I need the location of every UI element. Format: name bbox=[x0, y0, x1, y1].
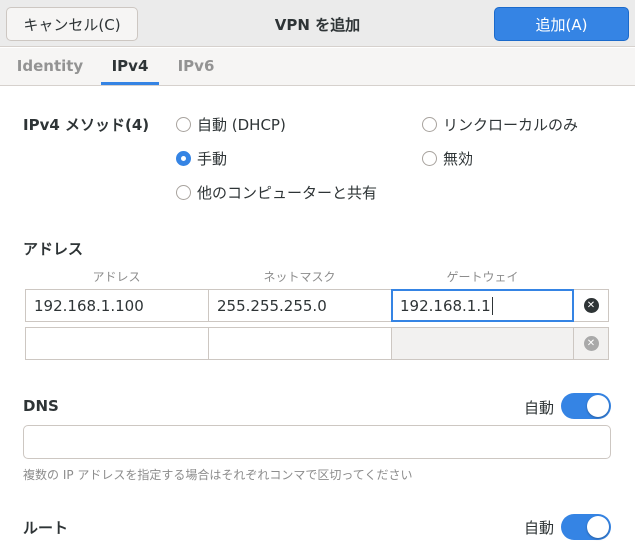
radio-circle bbox=[176, 117, 191, 132]
tab-bar: Identity IPv4 IPv6 bbox=[0, 48, 635, 86]
routes-auto-label: 自動 bbox=[524, 519, 555, 537]
text-caret bbox=[491, 296, 493, 315]
tab-ipv4[interactable]: IPv4 bbox=[101, 48, 159, 85]
dialog-title: VPN を追加 bbox=[274, 16, 361, 34]
addresses-section-label: アドレス bbox=[23, 240, 84, 258]
radio-circle bbox=[422, 151, 437, 166]
routes-section-label: ルート bbox=[23, 519, 69, 537]
dns-section-label: DNS bbox=[23, 397, 59, 415]
remove-row-button-disabled: ✕ bbox=[574, 327, 609, 360]
radio-shared-label: 他のコンピューターと共有 bbox=[197, 184, 378, 202]
add-button[interactable]: 追加(A) bbox=[494, 7, 629, 41]
radio-link-local-label: リンクローカルのみ bbox=[443, 116, 579, 134]
gateway-field-value: 192.168.1.1 bbox=[400, 296, 491, 315]
column-header-netmask: ネットマスク bbox=[263, 270, 336, 284]
netmask-field[interactable]: 255.255.255.0 bbox=[208, 289, 392, 322]
radio-circle bbox=[176, 185, 191, 200]
clear-icon: ✕ bbox=[583, 336, 599, 351]
routes-auto-toggle[interactable] bbox=[561, 514, 611, 540]
tab-identity[interactable]: Identity bbox=[10, 48, 90, 85]
column-header-gateway: ゲートウェイ bbox=[446, 270, 519, 284]
tab-ipv6[interactable]: IPv6 bbox=[170, 48, 222, 85]
radio-disabled-label: 無効 bbox=[443, 150, 474, 168]
radio-circle-checked bbox=[176, 151, 191, 166]
toggle-knob bbox=[587, 516, 609, 538]
dns-auto-toggle[interactable] bbox=[561, 393, 611, 419]
ipv4-method-label: IPv4 メソッド(4) bbox=[23, 116, 150, 134]
dns-input[interactable] bbox=[23, 425, 611, 459]
cancel-button[interactable]: キャンセル(C) bbox=[6, 7, 138, 41]
radio-link-local[interactable]: リンクローカルのみ bbox=[422, 114, 578, 135]
gateway-field[interactable]: 192.168.1.1 bbox=[391, 289, 574, 322]
toggle-knob bbox=[587, 395, 609, 417]
header-bar: キャンセル(C) VPN を追加 追加(A) bbox=[0, 0, 635, 47]
netmask-field-empty[interactable] bbox=[208, 327, 392, 360]
radio-manual-label: 手動 bbox=[197, 150, 228, 168]
radio-dhcp[interactable]: 自動 (DHCP) bbox=[176, 114, 286, 135]
gateway-field-empty[interactable] bbox=[391, 327, 574, 360]
column-header-address: アドレス bbox=[92, 270, 141, 284]
dns-auto-label: 自動 bbox=[524, 399, 555, 417]
dns-hint: 複数の IP アドレスを指定する場合はそれぞれコンマで区切ってください bbox=[23, 468, 413, 482]
address-field[interactable]: 192.168.1.100 bbox=[25, 289, 209, 322]
radio-circle bbox=[422, 117, 437, 132]
clear-icon: ✕ bbox=[583, 298, 599, 313]
radio-shared[interactable]: 他のコンピューターと共有 bbox=[176, 182, 377, 203]
radio-disabled[interactable]: 無効 bbox=[422, 148, 473, 169]
radio-manual[interactable]: 手動 bbox=[176, 148, 227, 169]
remove-row-button[interactable]: ✕ bbox=[574, 289, 609, 322]
radio-dhcp-label: 自動 (DHCP) bbox=[197, 116, 286, 134]
address-field-empty[interactable] bbox=[25, 327, 209, 360]
